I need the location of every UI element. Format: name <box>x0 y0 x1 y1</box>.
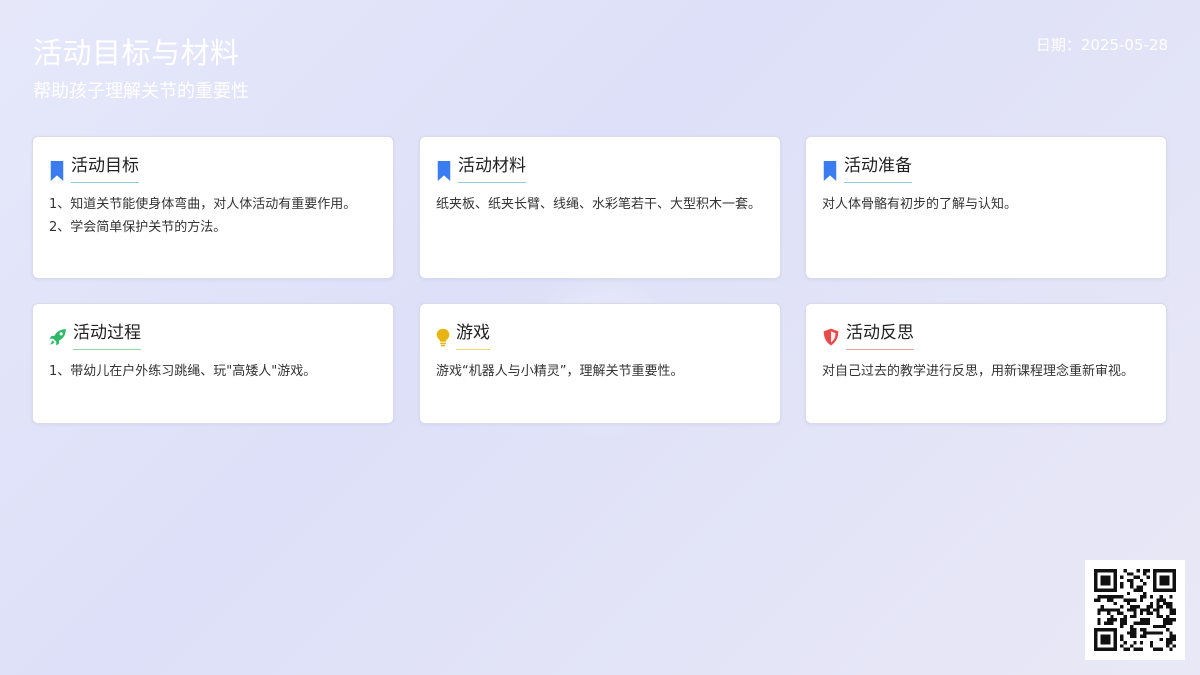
title-underline <box>458 182 526 183</box>
bookmark-icon <box>437 161 451 181</box>
shield-icon <box>823 328 839 346</box>
card-body: 对自己过去的教学进行反思，用新课程理念重新审视。 <box>822 364 1135 379</box>
bookmark-icon <box>823 161 837 181</box>
title-underline <box>73 349 141 350</box>
lightbulb-icon <box>436 328 450 347</box>
card-body: 1、知道关节能使身体弯曲，对人体活动有重要作用。 2、学会简单保护关节的方法。 <box>49 197 357 235</box>
card-title: 活动准备 <box>844 156 912 176</box>
card-body: 游戏“机器人与小精灵”，理解关节重要性。 <box>436 364 684 379</box>
card-activity-preparation: 活动准备 对人体骨骼有初步的了解与认知。 <box>805 136 1167 279</box>
page-date: 日期：2025-05-28 <box>1035 36 1168 54</box>
card-activity-goals: 活动目标 1、知道关节能使身体弯曲，对人体活动有重要作用。 2、学会简单保护关节… <box>32 136 394 279</box>
bookmark-icon <box>50 161 64 181</box>
card-title: 游戏 <box>456 323 490 343</box>
card-body: 对人体骨骼有初步的了解与认知。 <box>822 197 1018 212</box>
qr-code <box>1085 560 1185 660</box>
title-underline <box>844 182 912 183</box>
card-activity-reflection: 活动反思 对自己过去的教学进行反思，用新课程理念重新审视。 <box>805 303 1167 424</box>
card-game: 游戏 游戏“机器人与小精灵”，理解关节重要性。 <box>419 303 781 424</box>
rocket-icon <box>49 329 66 346</box>
page-title: 活动目标与材料 <box>33 36 240 70</box>
title-underline <box>456 349 490 350</box>
title-underline <box>71 182 139 183</box>
card-title: 活动过程 <box>73 323 141 343</box>
title-underline <box>846 349 914 350</box>
qr-code-graphic <box>1094 569 1176 651</box>
card-activity-process: 活动过程 1、带幼儿在户外练习跳绳、玩"高矮人"游戏。 <box>32 303 394 424</box>
card-title: 活动反思 <box>846 323 914 343</box>
card-body: 1、带幼儿在户外练习跳绳、玩"高矮人"游戏。 <box>49 364 317 379</box>
card-body: 纸夹板、纸夹长臂、线绳、水彩笔若干、大型积木一套。 <box>436 197 762 212</box>
card-title: 活动目标 <box>71 156 139 176</box>
card-title: 活动材料 <box>458 156 526 176</box>
card-activity-materials: 活动材料 纸夹板、纸夹长臂、线绳、水彩笔若干、大型积木一套。 <box>419 136 781 279</box>
page-subtitle: 帮助孩子理解关节的重要性 <box>33 81 249 102</box>
